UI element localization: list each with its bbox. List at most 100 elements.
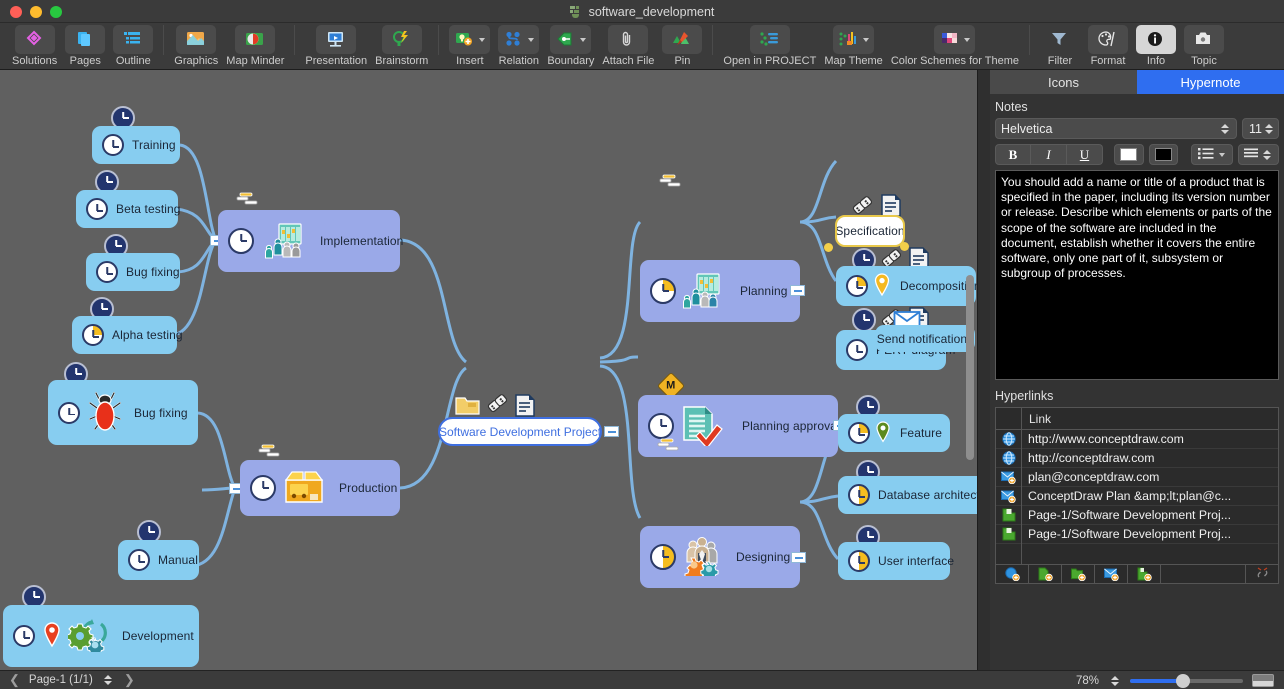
node-production[interactable]: Production [240, 460, 400, 516]
toolbar-item-outline[interactable]: Outline [109, 23, 157, 68]
chevron-down-icon[interactable] [580, 38, 586, 42]
mindmap-canvas[interactable]: Training Beta testing Bug fixing Alpha t… [0, 70, 978, 670]
toolbar-item-info[interactable]: Info [1132, 23, 1180, 68]
chevron-updown-icon[interactable] [1262, 124, 1275, 134]
node-planning[interactable]: Planning [640, 260, 800, 322]
main-toolbar: Solutions Pages Outline [0, 23, 1284, 70]
add-page-link-icon[interactable] [1128, 565, 1161, 584]
fit-page-icon[interactable] [1252, 674, 1274, 687]
table-row[interactable]: plan@conceptdraw.com [996, 468, 1278, 487]
icon-column-header [996, 408, 1022, 430]
underline-button[interactable]: U [1067, 144, 1103, 165]
clock-icon [128, 549, 150, 571]
hyperlink-text: Page-1/Software Development Proj... [1022, 527, 1231, 541]
chevron-down-icon[interactable] [863, 38, 869, 42]
text-color-swatch[interactable] [1149, 144, 1179, 165]
node-decomposition[interactable]: Decomposition [836, 266, 976, 306]
table-row[interactable]: Page-1/Software Development Proj... [996, 525, 1278, 544]
toolbar-label-open-in-project: Open in PROJECT [723, 55, 816, 68]
table-row[interactable]: ConceptDraw Plan &amp;lt;plan@c... [996, 487, 1278, 506]
collapse-toggle-planning[interactable] [790, 285, 805, 296]
pin-icon [671, 30, 693, 49]
add-mail-link-icon[interactable] [1095, 565, 1128, 584]
chevron-down-icon[interactable] [1219, 153, 1225, 157]
toolbar-item-attach-file[interactable]: Attach File [598, 23, 658, 68]
chevron-updown-icon[interactable] [1260, 150, 1273, 160]
toolbar-label-pages: Pages [70, 55, 101, 68]
toolbar-item-graphics[interactable]: Graphics [170, 23, 222, 68]
toolbar-item-topic[interactable]: Topic [1180, 23, 1228, 68]
chevron-updown-icon[interactable] [1218, 124, 1231, 134]
node-database-architecture[interactable]: Database architecture [838, 476, 978, 514]
toolbar-item-open-in-project[interactable]: Open in PROJECT [719, 23, 820, 68]
zoom-stepper[interactable] [1108, 676, 1121, 686]
node-beta-testing[interactable]: Beta testing [76, 190, 178, 228]
node-development[interactable]: Development [3, 605, 199, 667]
node-training[interactable]: Training [92, 126, 180, 164]
toolbar-item-solutions[interactable]: Solutions [8, 23, 61, 68]
node-bug-fixing-prod[interactable]: Bug fixing [48, 380, 198, 445]
toolbar-item-map-minder[interactable]: Map Minder [222, 23, 288, 68]
node-specification[interactable]: Specification [836, 216, 904, 246]
bold-button[interactable]: B [995, 144, 1031, 165]
italic-button[interactable]: I [1031, 144, 1067, 165]
tab-icons[interactable]: Icons [990, 70, 1137, 94]
toolbar-item-boundary[interactable]: Boundary [543, 23, 598, 68]
fill-color-swatch[interactable] [1114, 144, 1144, 165]
node-send-notifications[interactable]: Send notifications [875, 325, 975, 352]
toolbar-item-relation[interactable]: Relation [494, 23, 543, 68]
toolbar-item-insert[interactable]: Insert [445, 23, 494, 68]
node-alpha-testing[interactable]: Alpha testing [72, 316, 177, 354]
toolbar-item-format[interactable]: Format [1084, 23, 1132, 68]
mindmap-surface[interactable]: Training Beta testing Bug fixing Alpha t… [0, 70, 978, 670]
align-button[interactable] [1238, 144, 1279, 165]
toolbar-label-outline: Outline [116, 55, 151, 68]
zoom-slider[interactable] [1130, 679, 1243, 683]
list-style-button[interactable] [1191, 144, 1232, 165]
chevron-down-icon[interactable] [479, 38, 485, 42]
toolbar-item-brainstorm[interactable]: Brainstorm [371, 23, 432, 68]
scrollbar-thumb[interactable] [966, 275, 974, 460]
canvas-vertical-scrollbar[interactable] [963, 70, 976, 670]
tab-hypernote[interactable]: Hypernote [1137, 70, 1284, 94]
broken-link-icon[interactable] [1245, 565, 1278, 584]
toolbar-item-pages[interactable]: Pages [61, 23, 109, 68]
chevron-left-icon[interactable]: ❮ [9, 672, 20, 688]
table-row[interactable]: Page-1/Software Development Proj... [996, 506, 1278, 525]
add-url-link-icon[interactable] [996, 565, 1029, 584]
page-stepper[interactable] [102, 675, 115, 685]
node-root-software-development-project[interactable]: Software Development Project [438, 417, 602, 446]
node-implementation[interactable]: Implementation [218, 210, 400, 272]
font-size-select[interactable]: 11 [1242, 118, 1279, 139]
zoom-slider-knob[interactable] [1176, 674, 1190, 688]
chevron-right-icon[interactable]: ❯ [124, 672, 135, 688]
table-row[interactable]: http://conceptdraw.com [996, 449, 1278, 468]
toolbar-item-pin[interactable]: Pin [658, 23, 706, 68]
selection-handle[interactable] [824, 243, 833, 252]
collapse-toggle-designing[interactable] [791, 552, 806, 563]
clock-icon [650, 544, 676, 570]
node-feature[interactable]: Feature [838, 414, 950, 452]
font-family-select[interactable]: Helvetica [995, 118, 1237, 139]
node-designing[interactable]: Designing [640, 526, 800, 588]
notes-text-area[interactable]: You should add a name or title of a prod… [995, 170, 1279, 380]
bug-icon [86, 387, 124, 438]
toolbar-item-presentation[interactable]: Presentation [301, 23, 371, 68]
hyperlink-badge-icon [486, 392, 508, 412]
node-manual[interactable]: Manual [118, 540, 199, 580]
map-theme-icon [838, 30, 860, 49]
node-bug-fixing-impl[interactable]: Bug fixing [86, 253, 180, 291]
collapse-toggle-root[interactable] [604, 426, 619, 437]
add-file-link-icon[interactable] [1029, 565, 1062, 584]
chevron-down-icon[interactable] [964, 38, 970, 42]
toolbar-item-color-schemes[interactable]: Color Schemes for Theme [887, 23, 1023, 68]
node-user-interface[interactable]: User interface [838, 542, 950, 580]
gantt-badge-icon [659, 174, 683, 188]
toolbar-item-map-theme[interactable]: Map Theme [820, 23, 887, 68]
chevron-down-icon[interactable] [528, 38, 534, 42]
app-document-icon [570, 5, 583, 18]
add-folder-link-icon[interactable] [1062, 565, 1095, 584]
node-label: Alpha testing [112, 328, 183, 342]
toolbar-item-filter[interactable]: Filter [1036, 23, 1084, 68]
table-row[interactable]: http://www.conceptdraw.com [996, 430, 1278, 449]
